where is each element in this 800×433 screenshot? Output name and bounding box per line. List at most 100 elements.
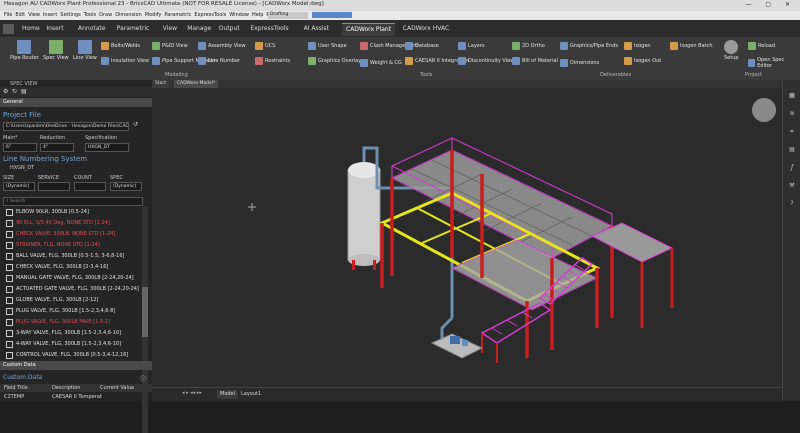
component-list-item[interactable]: 3-WAY VALVE, FLG, 300LB [1.5-2,3,4,6-10] [6, 328, 140, 339]
custom-data-row[interactable]: C2TEMP CAESAR II Temperat [0, 393, 152, 401]
ribbon-tab-home[interactable]: Home [18, 23, 44, 35]
ribbon-tab-cadworx-plant[interactable]: CADWorx Plant [342, 23, 396, 36]
ribbon-tab-annotate[interactable]: Annotate [74, 23, 109, 35]
menu-item-modify[interactable]: Modify [145, 12, 162, 18]
layout-tab-layout1[interactable]: Layout1 [238, 390, 264, 399]
tools-icon[interactable]: ⚒ [787, 182, 797, 192]
specification-select[interactable]: HXGN_DT [85, 143, 129, 152]
isogen-batch-button[interactable]: Isogen Batch [670, 42, 713, 50]
setup-button[interactable]: Setup [724, 40, 739, 61]
count-input[interactable] [74, 182, 106, 191]
menu-item-window[interactable]: Window [229, 12, 249, 18]
filter-icon[interactable]: ▤ [21, 88, 27, 95]
menu-item-expresstools[interactable]: ExpressTools [194, 12, 226, 18]
project-path-field[interactable]: C:\Users\zpanbm\OneDrive - Hexagon\Demo … [3, 122, 129, 131]
menu-item-dimension[interactable]: Dimension [115, 12, 142, 18]
component-list-item[interactable]: ELBOW 90LR, 300LB [0.5-24] [6, 207, 140, 218]
app-menu-button[interactable] [3, 24, 14, 34]
main-size-select[interactable]: 6" [3, 143, 37, 152]
ribbon-tab-cadworx-hvac[interactable]: CADWorx HVAC [399, 23, 453, 35]
ribbon-tab-view[interactable]: View [159, 23, 181, 35]
user-shape-button[interactable]: User Shape [308, 42, 347, 50]
doc-tab-model[interactable]: CADWorx Model* [174, 80, 219, 88]
component-list-item[interactable]: CHECK VALVE, FLG, 300LB [2-3,4-16] [6, 262, 140, 273]
pipe-router-button[interactable]: Pipe Router [10, 40, 39, 61]
drawing-canvas[interactable]: Start CADWorx Model* [152, 80, 782, 387]
component-list-item[interactable]: PLUG VALVE, FLG, 300LB [1.5-2,3,4,6-8] [6, 306, 140, 317]
layout-tab-model[interactable]: Model [217, 390, 239, 399]
layers-panel-icon[interactable]: ≋ [787, 110, 797, 120]
ribbon-tab-insert[interactable]: Insert [42, 23, 67, 35]
component-list-item[interactable]: 4-WAY VALVE, FLG, 300LB [1.5-2,3,4,6-10] [6, 339, 140, 350]
menu-item-settings[interactable]: Settings [60, 12, 81, 18]
refresh-icon[interactable]: ↻ [12, 88, 17, 95]
component-list-item[interactable]: MANUAL GATE VALVE, FLG, 300LB [2-24,20-2… [6, 273, 140, 284]
properties-icon[interactable]: ▦ [787, 92, 797, 102]
custom-data-section-header[interactable]: Custom Data [0, 361, 152, 370]
component-list-item[interactable]: ACTUATED GATE VALVE, FLG, 300LB [2-24,20… [6, 284, 140, 295]
isogen-out-button[interactable]: Isogen Out [624, 57, 661, 65]
component-list-item[interactable]: GLOBE VALVE, FLG, 300LB [2-12] [6, 295, 140, 306]
database-button[interactable]: Database [405, 42, 439, 50]
assembly-view-button[interactable]: Assembly View [198, 42, 246, 50]
service-input[interactable] [38, 182, 70, 191]
graphics-overlay-button[interactable]: Graphics Overlay [308, 57, 361, 65]
library-icon[interactable]: ▤ [787, 146, 797, 156]
open-spec-editor-button[interactable]: Open Spec Editor [748, 57, 796, 69]
search-input[interactable]: ⌕ Search [3, 197, 143, 206]
ribbon-tab-manage[interactable]: Manage [183, 23, 215, 35]
ortho-button[interactable]: 2D Ortho [512, 42, 545, 50]
help-icon[interactable]: ? [787, 200, 797, 210]
restraints-button[interactable]: Restraints [255, 57, 290, 65]
component-list-item[interactable]: 90 ELL, S/S 45 Deg, NONE STD [1-24] [6, 218, 140, 229]
layers-button[interactable]: Layers [458, 42, 485, 50]
component-list-item[interactable]: CHECK VALVE, 300LB, NONE STD [1-24] [6, 229, 140, 240]
navigation-wheel[interactable] [752, 98, 776, 122]
component-list-item[interactable]: BALL VALVE, FLG, 300LB [0.5-1.5, 3-6,8-1… [6, 251, 140, 262]
ribbon-tab-ai-assist[interactable]: AI Assist [300, 23, 333, 35]
spec-view-button[interactable]: Spec View [43, 40, 69, 61]
structure-icon[interactable]: ⌗ [787, 128, 797, 138]
doc-tab-start[interactable]: Start [152, 80, 169, 88]
ribbon-tab-expresstools[interactable]: ExpressTools [246, 23, 292, 35]
reduction-size-select[interactable]: 4" [40, 143, 74, 152]
menu-item-insert[interactable]: Insert [43, 12, 57, 18]
reload-button[interactable]: Reload [748, 42, 775, 50]
component-list-item[interactable]: PLUG VALVE, FLG, 300LB FAKE [1.5-2] [6, 317, 140, 328]
info-icon[interactable]: ⓘ [140, 374, 146, 383]
menu-item-file[interactable]: File [4, 12, 12, 18]
spec-select[interactable]: (Dynamic) [110, 182, 142, 191]
window-controls[interactable]: — ▢ ✕ [745, 1, 796, 8]
component-list-item[interactable]: STRAINER, FLG, NONE STD [1-24] [6, 240, 140, 251]
line-view-button[interactable]: Line View [73, 40, 97, 61]
menu-item-draw[interactable]: Draw [99, 12, 112, 18]
insulation-view-button[interactable]: Insulation View [101, 57, 149, 65]
settings-icon[interactable]: ⚙ [3, 88, 8, 95]
tab-nav-arrows[interactable]: ◂ ▸ ◂◂ ▸▸ [182, 390, 202, 396]
menu-item-help[interactable]: Help [252, 12, 263, 18]
pid-view-button[interactable]: P&ID View [152, 42, 188, 50]
discontinuity-button[interactable]: Discontinuity View [458, 57, 514, 65]
dimensions-button[interactable]: Dimensions [560, 59, 599, 67]
isogen-button[interactable]: Isogen [624, 42, 651, 50]
component-list-item[interactable]: CONTROL VALVE, FLG, 300LB [0.5-3,4-12,16… [6, 350, 140, 361]
size-select[interactable]: (Dynamic) [3, 182, 35, 191]
menu-item-parametric[interactable]: Parametric [164, 12, 191, 18]
scrollbar-thumb[interactable] [142, 287, 148, 337]
bom-button[interactable]: Bill of Material [512, 57, 558, 65]
menu-item-tools[interactable]: Tools [84, 12, 96, 18]
search-command-field[interactable] [312, 12, 352, 18]
general-section-header[interactable]: General [0, 98, 152, 107]
ribbon-tab-output[interactable]: Output [215, 23, 244, 35]
ribbon-tab-parametric[interactable]: Parametric [113, 23, 154, 35]
function-icon[interactable]: ƒ [787, 164, 797, 174]
weight-cg-button[interactable]: Weight & CG [360, 59, 402, 67]
browse-icon[interactable]: ↺ [133, 121, 138, 128]
ucs-button[interactable]: UCS [255, 42, 275, 50]
menu-item-view[interactable]: View [28, 12, 40, 18]
graphics-pipe-ends-button[interactable]: Graphics/Pipe Ends [560, 42, 618, 50]
bolts-welds-button[interactable]: Bolts/Welds [101, 42, 140, 50]
line-number-button[interactable]: Line Number [198, 57, 240, 65]
workspace-selector[interactable]: Drafting [268, 12, 308, 19]
menu-item-edit[interactable]: Edit [15, 12, 25, 18]
